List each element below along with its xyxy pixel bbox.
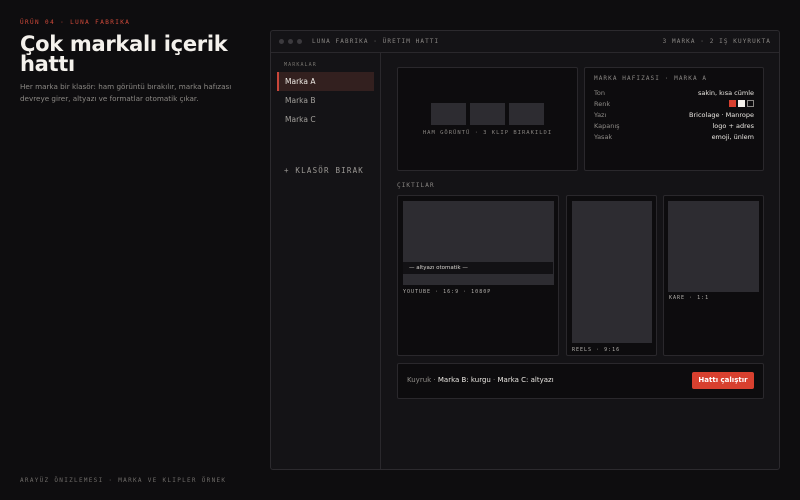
hero-title: Çok markalı içerik hattı xyxy=(20,32,228,76)
memory-key: Ton xyxy=(594,88,605,97)
color-swatch-red xyxy=(729,100,736,107)
window-close-dot[interactable] xyxy=(279,39,284,44)
window-titlebar: Luna Fabrika · Üretim Hattı 3 marka · 2 … xyxy=(271,31,779,53)
clip-thumbnail xyxy=(431,103,466,125)
raw-footage-label: Ham görüntü · 3 klip bırakıldı xyxy=(422,130,553,136)
sidebar: Markalar Marka A Marka B Marka C + Klasö… xyxy=(271,53,381,469)
sidebar-item-label: Marka B xyxy=(285,96,316,105)
memory-key: Renk xyxy=(594,99,611,108)
outputs-heading: Çıktılar xyxy=(397,182,435,189)
memory-row-tone: Ton sakin, kısa cümle xyxy=(594,87,754,98)
reels-preview xyxy=(572,201,652,343)
memory-value: Bricolage · Manrope xyxy=(689,110,754,119)
caption-overlay: — altyazı otomatik — xyxy=(403,262,553,274)
sidebar-item-label: Marka C xyxy=(285,115,316,124)
sidebar-heading: Markalar xyxy=(284,62,317,68)
window-status: 3 marka · 2 iş kuyrukta xyxy=(662,38,771,45)
raw-footage-dropzone[interactable]: Ham görüntü · 3 klip bırakıldı xyxy=(397,67,578,171)
memory-row-font: Yazı Bricolage · Manrope xyxy=(594,109,754,120)
window-title: Luna Fabrika · Üretim Hattı xyxy=(312,38,440,45)
sidebar-item-label: Marka A xyxy=(285,77,316,86)
square-format-label: Kare · 1:1 xyxy=(669,295,710,301)
window-minimize-dot[interactable] xyxy=(288,39,293,44)
window-controls xyxy=(279,39,302,44)
hero-eyebrow: Ürün 04 · Luna Fabrika xyxy=(20,19,131,26)
brand-memory-panel: Marka hafızası · Marka A Ton sakin, kısa… xyxy=(584,67,764,171)
memory-key: Kapanış xyxy=(594,121,620,130)
hero-section: Ürün 04 · Luna Fabrika Çok markalı içeri… xyxy=(20,19,245,104)
queue-status: Kuyruk · Marka B: kurgu · Marka C: altya… xyxy=(407,376,554,384)
sidebar-item-marka-b[interactable]: Marka B xyxy=(277,91,374,110)
queue-item: Marka B: kurgu xyxy=(437,376,491,384)
sidebar-item-marka-c[interactable]: Marka C xyxy=(277,110,374,129)
clip-thumbnail xyxy=(509,103,544,125)
memory-row-color: Renk xyxy=(594,98,754,109)
color-swatches xyxy=(729,100,754,107)
memory-key: Yasak xyxy=(594,132,613,141)
add-folder-button[interactable]: + Klasör bırak xyxy=(284,166,364,175)
app-window: Luna Fabrika · Üretim Hattı 3 marka · 2 … xyxy=(270,30,780,470)
queue-bar: Kuyruk · Marka B: kurgu · Marka C: altya… xyxy=(397,363,764,399)
queue-item: Marka C: altyazı xyxy=(497,376,554,384)
memory-key: Yazı xyxy=(594,110,607,119)
window-maximize-dot[interactable] xyxy=(297,39,302,44)
memory-value: logo + adres xyxy=(712,121,755,130)
clip-thumbnail xyxy=(470,103,505,125)
footer-note: Arayüz önizlemesi · marka ve klipler örn… xyxy=(20,477,227,484)
color-swatch-black xyxy=(747,100,754,107)
square-preview xyxy=(668,201,759,292)
queue-prefix: Kuyruk · xyxy=(407,376,438,384)
memory-value: sakin, kısa cümle xyxy=(697,88,754,97)
memory-row-forbidden: Yasak emoji, ünlem xyxy=(594,131,754,142)
memory-value: emoji, ünlem xyxy=(711,132,754,141)
run-pipeline-button[interactable]: Hattı çalıştır xyxy=(692,372,754,389)
memory-row-closing: Kapanış logo + adres xyxy=(594,120,754,131)
sidebar-item-marka-a[interactable]: Marka A xyxy=(277,72,374,91)
reels-format-label: Reels · 9:16 xyxy=(572,347,621,353)
output-reels[interactable]: Reels · 9:16 xyxy=(566,195,657,356)
queue-separator: · xyxy=(490,376,498,384)
youtube-format-label: YouTube · 16:9 · 1080p xyxy=(403,289,492,295)
output-youtube[interactable]: — altyazı otomatik — YouTube · 16:9 · 10… xyxy=(397,195,559,356)
output-square[interactable]: Kare · 1:1 xyxy=(663,195,764,356)
brand-memory-title: Marka hafızası · Marka A xyxy=(594,75,708,82)
color-swatch-cream xyxy=(738,100,745,107)
hero-description: Her marka bir klasör: ham görüntü bırakı… xyxy=(20,82,232,103)
